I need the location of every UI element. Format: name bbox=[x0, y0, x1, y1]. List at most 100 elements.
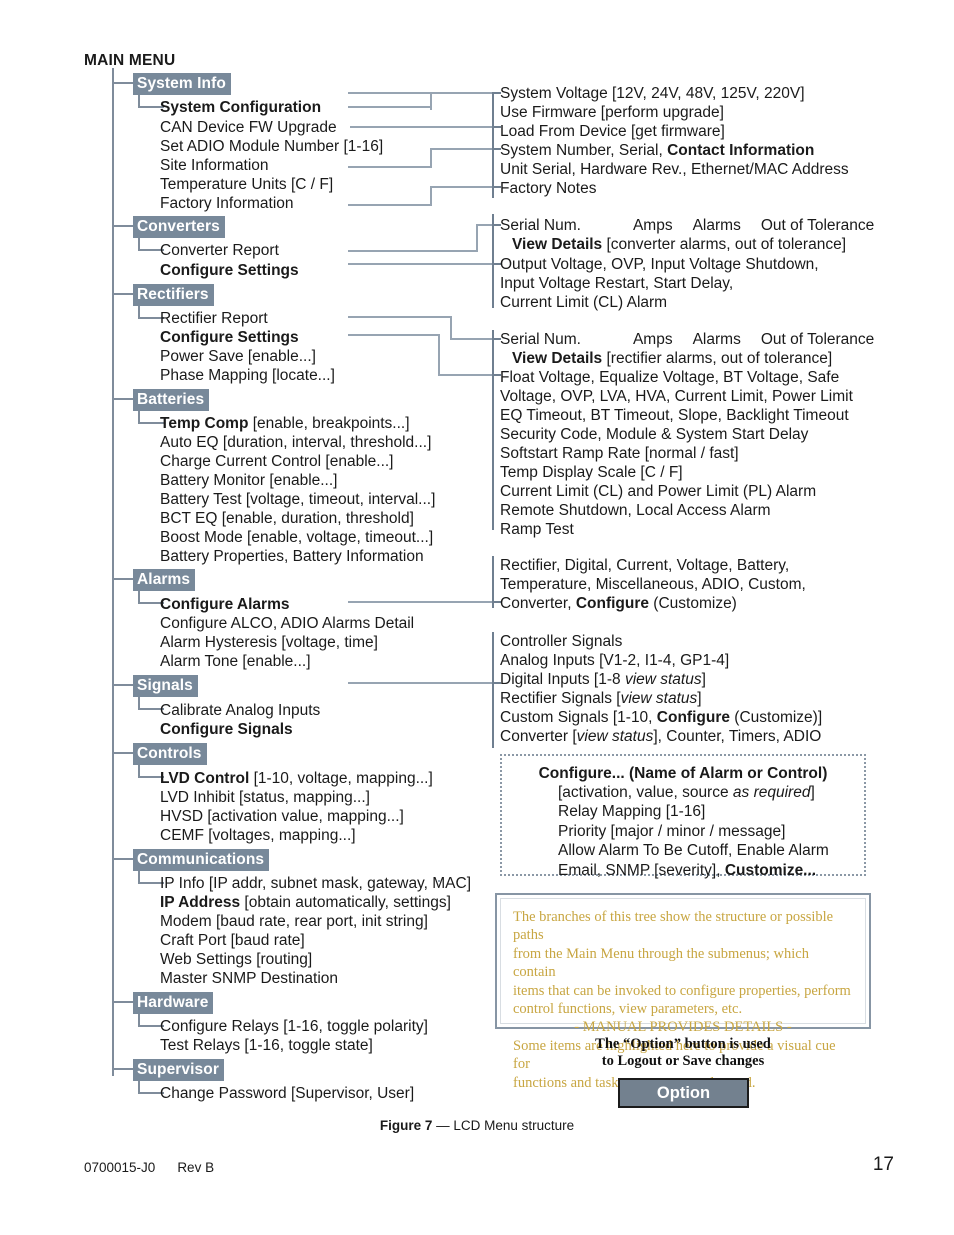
cfg-activation-text: [activation, value, source bbox=[558, 784, 733, 801]
menu-item-set-adio-module-number[interactable]: Set ADIO Module Number [1-16] bbox=[160, 137, 383, 157]
bracket-rectifiers bbox=[492, 330, 494, 530]
bracket-system-info bbox=[492, 92, 494, 198]
category-badge-controls[interactable]: Controls bbox=[133, 743, 207, 765]
menu-item-cemf[interactable]: CEMF [voltages, mapping...] bbox=[160, 826, 356, 846]
detail-rectifier-ramp-test: Ramp Test bbox=[500, 521, 574, 538]
configure-callout-line-priority: Priority [major / minor / message] bbox=[558, 822, 786, 840]
connector-ip-info bbox=[438, 880, 440, 882]
detail-rectifier-softstart: Softstart Ramp Rate [normal / fast] bbox=[500, 445, 739, 462]
option-button[interactable]: Option bbox=[618, 1078, 749, 1108]
connector-configure-alarms bbox=[348, 601, 492, 603]
menu-item-calibrate-analog-inputs[interactable]: Calibrate Analog Inputs bbox=[160, 701, 320, 721]
menu-item-converter-configure-settings[interactable]: Configure Settings bbox=[160, 261, 299, 281]
menu-item-auto-eq[interactable]: Auto EQ [duration, interval, threshold..… bbox=[160, 433, 431, 453]
detail-signals-digital: Digital Inputs [1-8 view status] bbox=[500, 670, 706, 689]
menu-item-alarm-tone[interactable]: Alarm Tone [enable...] bbox=[160, 652, 311, 672]
menu-item-test-relays[interactable]: Test Relays [1-16, toggle state] bbox=[160, 1036, 373, 1056]
menu-item-power-save[interactable]: Power Save [enable...] bbox=[160, 347, 316, 367]
menu-item-site-information[interactable]: Site Information bbox=[160, 156, 269, 176]
detail-rectifier-security-code: Security Code, Module & System Start Del… bbox=[500, 426, 809, 443]
connector-signals bbox=[348, 682, 492, 684]
cfg-activation-close: ] bbox=[810, 784, 815, 801]
detail-converter-serial-header: Serial Num. Amps Alarms Out of Tolerance bbox=[500, 216, 874, 235]
tree-branch-signals bbox=[112, 684, 134, 686]
menu-item-lvd-control-rest: [1-10, voltage, mapping...] bbox=[249, 770, 433, 787]
detail-alarms-customize: (Customize) bbox=[649, 595, 737, 612]
menu-item-ip-address[interactable]: IP Address [obtain automatically, settin… bbox=[160, 893, 451, 913]
menu-item-hvsd[interactable]: HVSD [activation value, mapping...] bbox=[160, 807, 404, 827]
category-badge-communications[interactable]: Communications bbox=[133, 849, 270, 871]
configure-callout-title: Configure... (Name of Alarm or Control) bbox=[538, 765, 828, 782]
detail-rectifier-remote-shutdown: Remote Shutdown, Local Access Alarm bbox=[500, 502, 771, 519]
menu-item-configure-alarms[interactable]: Configure Alarms bbox=[160, 595, 289, 615]
category-badge-hardware[interactable]: Hardware bbox=[133, 992, 214, 1014]
detail-signals-converter: Converter [view status], Counter, Timers… bbox=[500, 727, 821, 746]
category-badge-converters[interactable]: Converters bbox=[133, 216, 225, 238]
category-badge-alarms[interactable]: Alarms bbox=[133, 569, 196, 591]
detail-alarms-line2: Temperature, Miscellaneous, ADIO, Custom… bbox=[500, 576, 806, 593]
connector-rectifier-configure-settings-riser bbox=[438, 334, 440, 376]
menu-item-change-password[interactable]: Change Password [Supervisor, User] bbox=[160, 1084, 414, 1104]
connector-factory-information-top bbox=[430, 186, 492, 188]
menu-item-configure-signals[interactable]: Configure Signals bbox=[160, 720, 293, 740]
category-badge-batteries[interactable]: Batteries bbox=[133, 389, 210, 411]
menu-item-craft-port[interactable]: Craft Port [baud rate] bbox=[160, 931, 305, 951]
category-badge-signals[interactable]: Signals bbox=[133, 675, 198, 697]
note-line-5-manual-provides-details: - MANUAL PROVIDES DETAILS - bbox=[574, 1019, 792, 1036]
menu-item-bct-eq[interactable]: BCT EQ [enable, duration, threshold] bbox=[160, 509, 414, 529]
detail-signals-converter-italic: view status bbox=[576, 728, 654, 745]
detail-signals-analog: Analog Inputs [V1-2, I1-4, GP1-4] bbox=[500, 652, 730, 669]
category-badge-system-info[interactable]: System Info bbox=[133, 73, 231, 95]
detail-signals-rectifier-italic: view status bbox=[620, 690, 698, 707]
connector-rectifier-report-riser bbox=[450, 316, 452, 340]
menu-item-battery-monitor[interactable]: Battery Monitor [enable...] bbox=[160, 471, 337, 491]
connector-rectifier-report bbox=[348, 316, 452, 318]
menu-item-master-snmp-destination[interactable]: Master SNMP Destination bbox=[160, 969, 338, 989]
connector-site-information bbox=[348, 166, 432, 168]
menu-item-lvd-control[interactable]: LVD Control [1-10, voltage, mapping...] bbox=[160, 769, 433, 789]
menu-item-charge-current-control[interactable]: Charge Current Control [enable...] bbox=[160, 452, 393, 472]
connector-rectifier-configure-settings bbox=[348, 334, 440, 336]
detail-use-firmware: Use Firmware [perform upgrade] bbox=[500, 104, 724, 121]
configure-callout-line-relay-mapping: Relay Mapping [1-16] bbox=[558, 803, 706, 821]
menu-item-converter-report[interactable]: Converter Report bbox=[160, 241, 279, 261]
detail-rectifier-amps: Amps bbox=[632, 331, 673, 348]
menu-item-configure-relays[interactable]: Configure Relays [1-16, toggle polarity] bbox=[160, 1017, 428, 1037]
menu-item-modem[interactable]: Modem [baud rate, rear port, init string… bbox=[160, 912, 428, 932]
tree-branch-communications bbox=[112, 858, 134, 860]
menu-item-configure-alco[interactable]: Configure ALCO, ADIO Alarms Detail bbox=[160, 614, 414, 634]
tree-branch-system-info bbox=[112, 82, 134, 84]
figure-caption: Figure 7 — LCD Menu structure bbox=[0, 1118, 954, 1133]
menu-item-temperature-units[interactable]: Temperature Units [C / F] bbox=[160, 175, 333, 195]
menu-item-battery-test[interactable]: Battery Test [voltage, timeout, interval… bbox=[160, 490, 435, 510]
category-badge-supervisor[interactable]: Supervisor bbox=[133, 1059, 224, 1081]
menu-item-ip-info[interactable]: IP Info [IP addr, subnet mask, gateway, … bbox=[160, 874, 471, 894]
page-title: MAIN MENU bbox=[84, 52, 176, 69]
menu-item-rectifier-configure-settings[interactable]: Configure Settings bbox=[160, 328, 299, 348]
connector-converter-report-riser bbox=[476, 224, 478, 252]
menu-item-phase-mapping[interactable]: Phase Mapping [locate...] bbox=[160, 366, 335, 386]
menu-item-boost-mode[interactable]: Boost Mode [enable, voltage, timeout...] bbox=[160, 528, 433, 548]
menu-item-system-configuration[interactable]: System Configuration bbox=[160, 98, 321, 118]
figure-caption-number: Figure 7 bbox=[379, 1118, 433, 1133]
connector-can-device-fw-upgrade bbox=[350, 126, 492, 128]
note-line-4: control functions, view parameters, etc. bbox=[513, 1001, 743, 1018]
menu-item-lvd-inhibit[interactable]: LVD Inhibit [status, mapping...] bbox=[160, 788, 370, 808]
menu-item-ip-address-rest: [obtain automatically, settings] bbox=[240, 894, 451, 911]
menu-item-can-device-fw-upgrade[interactable]: CAN Device FW Upgrade bbox=[160, 118, 337, 138]
category-badge-rectifiers[interactable]: Rectifiers bbox=[133, 284, 214, 306]
detail-rectifier-serial-num: Serial Num. bbox=[500, 331, 581, 348]
tree-branch-rectifiers bbox=[112, 293, 134, 295]
detail-signals-digital-close: ] bbox=[701, 671, 706, 688]
detail-rectifier-temp-display: Temp Display Scale [C / F] bbox=[500, 464, 683, 481]
menu-item-factory-information[interactable]: Factory Information bbox=[160, 194, 294, 214]
menu-item-rectifier-report[interactable]: Rectifier Report bbox=[160, 309, 268, 329]
menu-item-alarm-hysteresis[interactable]: Alarm Hysteresis [voltage, time] bbox=[160, 633, 378, 653]
footer-revision: Rev B bbox=[177, 1160, 215, 1175]
menu-item-battery-properties[interactable]: Battery Properties, Battery Information bbox=[160, 547, 424, 567]
menu-item-temp-comp[interactable]: Temp Comp [enable, breakpoints...] bbox=[160, 414, 410, 434]
configure-callout-line-activation: [activation, value, source as required] bbox=[502, 783, 864, 802]
menu-item-web-settings[interactable]: Web Settings [routing] bbox=[160, 950, 312, 970]
detail-system-number-text: System Number, Serial, bbox=[500, 142, 668, 159]
footer-document-info: 0700015-J0 Rev B bbox=[84, 1160, 214, 1175]
